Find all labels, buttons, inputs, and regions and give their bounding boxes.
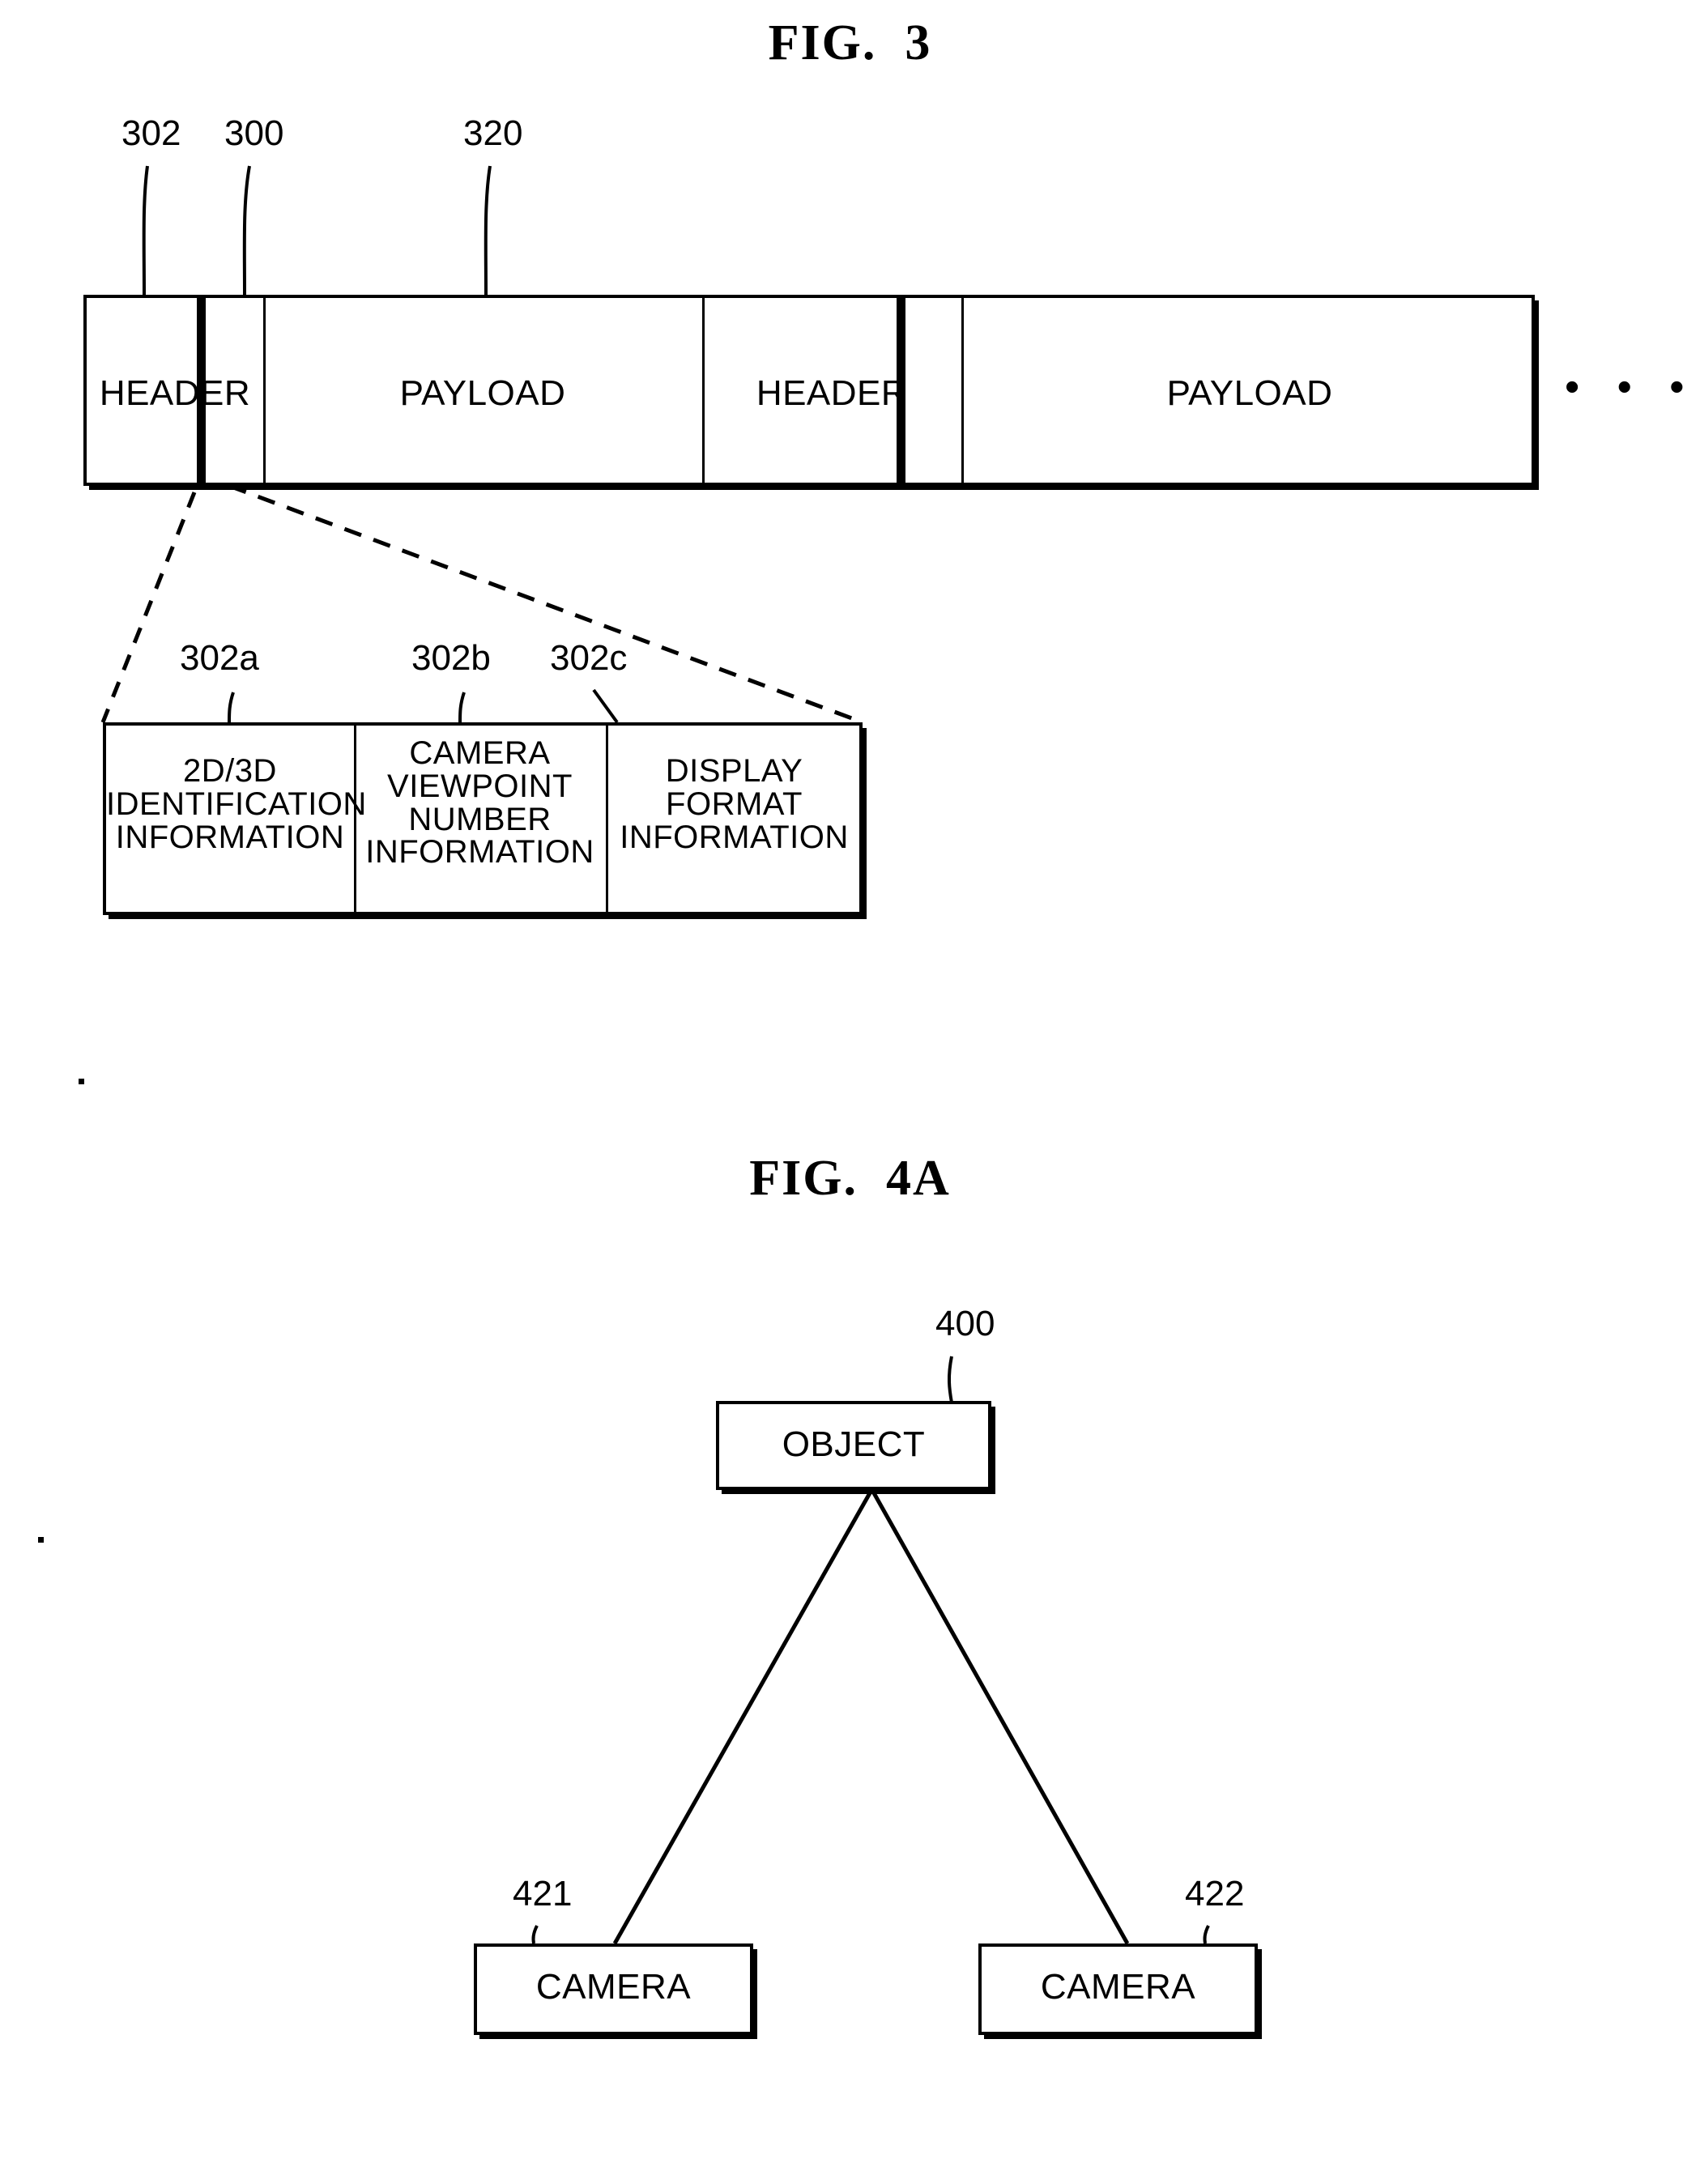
leader-line-400 <box>948 1356 953 1403</box>
connector-object-to-camera-left <box>612 1490 873 1945</box>
packet-stream-continuation-ellipsis: • • • <box>1565 364 1698 411</box>
figure-4a-title: FIG. 4A <box>749 1151 951 1206</box>
reference-number-422: 422 <box>1185 1874 1245 1914</box>
header-field-label-camera-viewpoint-number-information: CAMERA VIEWPOINT NUMBER INFORMATION <box>365 735 594 871</box>
scan-speck <box>38 1537 44 1543</box>
header-field-label-display-format-information: DISPLAY FORMAT INFORMATION <box>620 753 849 855</box>
reference-number-302b: 302b <box>411 638 491 678</box>
reference-number-400: 400 <box>935 1304 995 1343</box>
object-box: OBJECT <box>716 1401 991 1490</box>
leader-line-422 <box>1203 1925 1210 1944</box>
packet-stream-row: HEADER PAYLOAD HEADER PAYLOAD <box>83 295 1535 486</box>
scan-speck <box>79 1079 84 1084</box>
reference-number-300: 300 <box>224 113 284 153</box>
packet-cell-label-payload-2: PAYLOAD <box>1166 373 1333 413</box>
connector-object-to-camera-right <box>871 1490 1130 1945</box>
camera-left-box: CAMERA <box>474 1943 753 2035</box>
reference-number-302: 302 <box>121 113 181 153</box>
reference-number-302a: 302a <box>180 638 259 678</box>
packet-cell-label-header-2: HEADER <box>756 373 908 413</box>
leader-line-320 <box>484 165 492 296</box>
leader-line-421 <box>531 1925 539 1944</box>
packet-cell-label-header-1: HEADER <box>99 373 251 413</box>
leader-line-300 <box>242 165 251 296</box>
patent-figure-page: FIG. 3 302 300 320 HEADER PAYLOAD HEADER… <box>0 0 1700 2184</box>
figure-3-title: FIG. 3 <box>768 15 932 70</box>
reference-number-302c: 302c <box>550 638 628 678</box>
reference-number-320: 320 <box>463 113 523 153</box>
header-detail-box: 2D/3D IDENTIFICATION INFORMATION CAMERA … <box>103 722 863 915</box>
object-box-label: OBJECT <box>782 1424 926 1464</box>
reference-number-421: 421 <box>513 1874 573 1914</box>
expansion-line-left <box>100 492 197 723</box>
camera-right-box: CAMERA <box>978 1943 1258 2035</box>
packet-cell-label-payload-1: PAYLOAD <box>399 373 566 413</box>
leader-line-302a <box>228 692 235 723</box>
camera-right-box-label: CAMERA <box>1040 1967 1196 2007</box>
leader-line-302b <box>458 692 466 723</box>
leader-line-302 <box>142 165 149 296</box>
header-field-label-2d3d-identification-information: 2D/3D IDENTIFICATION INFORMATION <box>106 753 367 855</box>
expansion-line-right <box>228 483 863 725</box>
leader-line-302c <box>592 688 619 724</box>
camera-left-box-label: CAMERA <box>535 1967 692 2007</box>
